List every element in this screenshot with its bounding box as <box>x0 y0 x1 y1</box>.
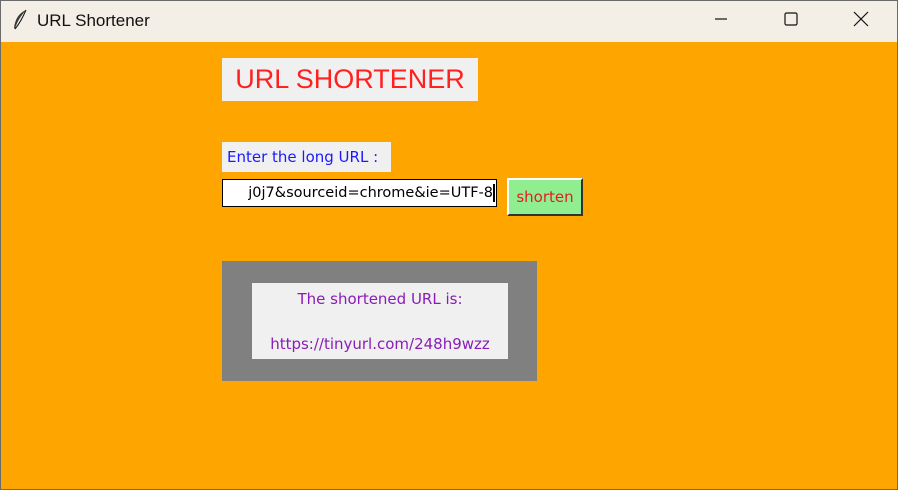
page-title: URL SHORTENER <box>222 58 478 101</box>
close-icon <box>853 11 869 32</box>
close-button[interactable] <box>827 1 895 42</box>
minimize-icon <box>714 12 728 31</box>
long-url-input-value: j0j7&sourceid=chrome&ie=UTF-8 <box>248 185 493 201</box>
text-caret <box>493 184 495 202</box>
minimize-button[interactable] <box>687 1 755 42</box>
maximize-button[interactable] <box>757 1 825 42</box>
app-window: URL Shortener URL SHORTENER Enter the lo… <box>0 0 898 490</box>
title-bar[interactable]: URL Shortener <box>1 1 897 42</box>
result-title: The shortened URL is: <box>297 290 463 308</box>
long-url-input[interactable]: j0j7&sourceid=chrome&ie=UTF-8 <box>222 179 497 207</box>
feather-icon <box>11 9 29 31</box>
shortened-url[interactable]: https://tinyurl.com/248h9wzz <box>252 335 508 353</box>
window-title: URL Shortener <box>37 11 150 30</box>
result-panel: The shortened URL is: https://tinyurl.co… <box>252 283 508 359</box>
result-frame: The shortened URL is: https://tinyurl.co… <box>222 261 537 381</box>
maximize-icon <box>784 12 798 31</box>
shorten-button[interactable]: shorten <box>507 178 583 216</box>
long-url-label: Enter the long URL : <box>222 142 391 172</box>
